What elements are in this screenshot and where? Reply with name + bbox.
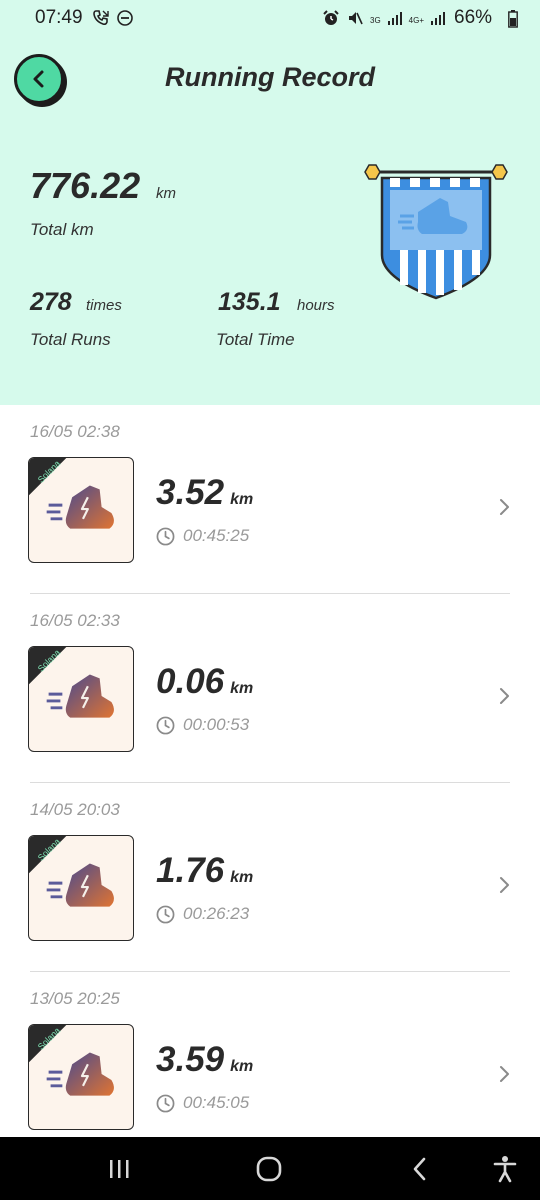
run-duration: 00:00:53: [156, 715, 249, 735]
distance-unit: km: [230, 491, 254, 508]
run-date: 13/05 20:25: [30, 989, 120, 1008]
total-km-value: 776.22: [30, 165, 141, 206]
accessibility-icon: [493, 1156, 517, 1183]
chevron-right-icon: [500, 877, 509, 893]
chevron-right-icon: [500, 1066, 509, 1082]
duration-value: 00:00:53: [183, 715, 250, 734]
total-time-label: Total Time: [216, 330, 295, 349]
run-duration: 00:26:23: [156, 904, 249, 924]
network-3g-label: 3G: [370, 15, 381, 25]
run-record-item[interactable]: 13/05 20:25 Solana 3.59 km 00:45:05: [0, 972, 540, 1161]
network-4g-label: 4G+: [408, 15, 425, 25]
run-duration: 00:45:25: [156, 526, 249, 546]
clock-icon: [156, 716, 175, 734]
clock-icon: [156, 1094, 175, 1112]
total-time-unit: hours: [297, 297, 335, 314]
distance-value: 3.52: [156, 473, 225, 512]
duration-value: 00:45:25: [183, 526, 250, 545]
sneaker-icon: Solana: [29, 458, 114, 529]
status-bar: 07:49 3G 4G+ 66%: [0, 0, 540, 38]
run-thumbnail: Solana: [28, 1024, 134, 1130]
run-distance: 1.76 km: [156, 851, 253, 891]
duration-value: 00:45:05: [183, 1093, 250, 1112]
battery-icon: [508, 10, 518, 33]
distance-unit: km: [230, 869, 254, 886]
total-time-value: 135.1: [218, 288, 281, 316]
alarm-icon: [322, 9, 340, 32]
run-thumbnail: Solana: [28, 835, 134, 941]
distance-unit: km: [230, 680, 254, 697]
dnd-icon: [116, 9, 134, 31]
signal-icon-2: [430, 10, 446, 31]
clock-icon: [156, 905, 175, 923]
recent-apps-icon: [110, 1160, 129, 1178]
distance-value: 1.76: [156, 851, 225, 890]
chevron-right-icon: [500, 688, 509, 704]
back-icon: [413, 1157, 426, 1181]
page-title: Running Record: [165, 62, 375, 92]
duration-value: 00:26:23: [183, 904, 250, 923]
run-date: 16/05 02:33: [30, 611, 120, 630]
run-thumbnail: Solana: [28, 646, 134, 752]
home-button[interactable]: [253, 1155, 285, 1183]
wifi-call-icon: [92, 9, 110, 31]
battery-level: 66%: [454, 7, 493, 28]
chevron-right-icon: [500, 499, 509, 515]
total-km-unit: km: [156, 185, 176, 202]
run-thumbnail: Solana: [28, 457, 134, 563]
run-distance: 3.52 km: [156, 473, 253, 513]
sneaker-icon: Solana: [29, 647, 114, 718]
system-back-button[interactable]: [405, 1155, 435, 1183]
total-runs-unit: times: [86, 297, 122, 314]
sneaker-icon: Solana: [29, 1025, 114, 1096]
accessibility-button[interactable]: [490, 1155, 520, 1183]
home-icon: [256, 1156, 282, 1182]
run-distance: 3.59 km: [156, 1040, 253, 1080]
total-runs-value: 278: [30, 288, 72, 316]
run-record-item[interactable]: 16/05 02:38 Solana 3.52 km 00:45:25: [0, 405, 540, 594]
distance-value: 0.06: [156, 662, 225, 701]
mute-icon: [346, 9, 364, 32]
run-record-item[interactable]: 14/05 20:03 Solana 1.76 km 00:26:23: [0, 783, 540, 972]
status-time: 07:49: [35, 7, 83, 28]
signal-icon: [387, 10, 403, 31]
run-distance: 0.06 km: [156, 662, 253, 702]
clock-icon: [156, 527, 175, 545]
run-date: 14/05 20:03: [30, 800, 120, 819]
system-nav-bar: [0, 1137, 540, 1200]
run-duration: 00:45:05: [156, 1093, 249, 1113]
total-km-label: Total km: [30, 220, 94, 239]
sneaker-banner-icon: [364, 164, 508, 300]
sneaker-icon: Solana: [29, 836, 114, 907]
run-date: 16/05 02:38: [30, 422, 120, 441]
total-runs-label: Total Runs: [30, 330, 111, 349]
distance-unit: km: [230, 1058, 254, 1075]
recent-apps-button[interactable]: [104, 1155, 134, 1183]
distance-value: 3.59: [156, 1040, 225, 1079]
run-record-item[interactable]: 16/05 02:33 Solana 0.06 km 00:00:53: [0, 594, 540, 783]
